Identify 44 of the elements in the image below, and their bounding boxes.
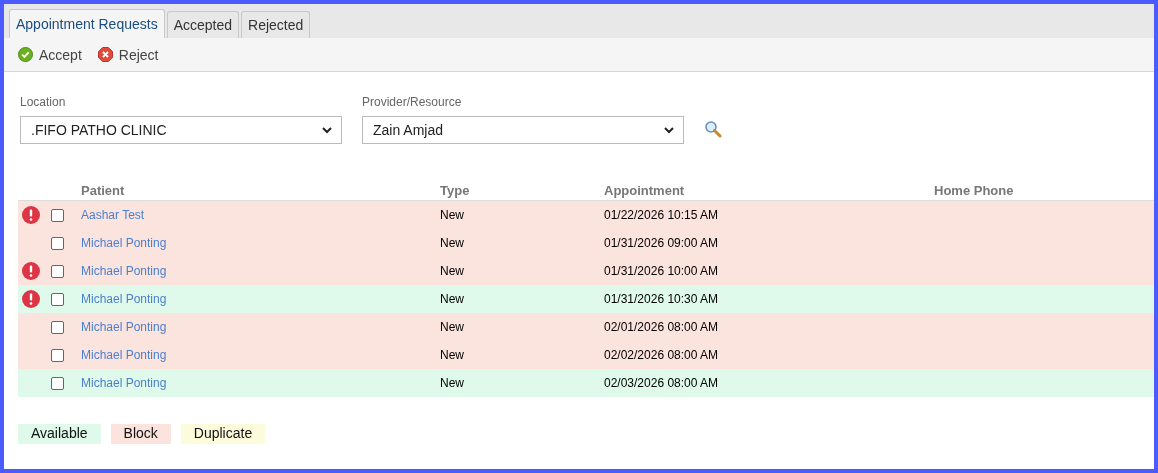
column-header: Patient (81, 182, 126, 198)
accept-button[interactable]: Accept (18, 46, 82, 63)
field-label: Location (20, 95, 67, 109)
patient-link[interactable]: Michael Ponting (81, 376, 167, 390)
dropdown[interactable]: .FIFO PATHO CLINIC (20, 116, 342, 144)
search-icon[interactable] (704, 120, 722, 138)
legend-item: Duplicate (180, 424, 266, 444)
caret-icon (663, 126, 675, 134)
checkbox[interactable] (51, 208, 64, 222)
table-cell-text: 01/22/2026 10:15 AM (604, 208, 720, 222)
table-cell-text: New (440, 264, 465, 278)
table-cell-text: New (440, 292, 465, 306)
checkbox[interactable] (51, 320, 64, 334)
legend-item: Block (110, 424, 171, 444)
table-cell-text: 01/31/2026 09:00 AM (604, 236, 720, 250)
column-header: Home Phone (934, 182, 1015, 198)
table-cell-text: New (440, 236, 465, 250)
checkbox[interactable] (51, 236, 64, 250)
table-cell-text: 02/01/2026 08:00 AM (604, 320, 720, 334)
table-cell-text: New (440, 208, 465, 222)
close-icon (97, 47, 113, 62)
dropdown[interactable]: Zain Amjad (362, 116, 684, 144)
checkbox[interactable] (51, 292, 64, 306)
table-cell-text: 01/31/2026 10:00 AM (604, 264, 720, 278)
patient-link[interactable]: Michael Ponting (81, 292, 167, 306)
table-cell-text: 02/02/2026 08:00 AM (604, 348, 720, 362)
checkbox[interactable] (51, 376, 64, 390)
table-cell-text: New (440, 376, 465, 390)
table-cell-text: 02/03/2026 08:00 AM (604, 376, 720, 390)
table-cell-text: New (440, 320, 465, 334)
reject-button[interactable]: Reject (97, 46, 159, 63)
tab[interactable]: Accepted (166, 11, 239, 38)
caret-icon (321, 126, 333, 134)
checkbox[interactable] (51, 264, 64, 278)
column-header: Appointment (604, 182, 686, 198)
legend-item: Available (18, 424, 101, 444)
table-cell-text: New (440, 348, 465, 362)
check-icon (18, 47, 33, 62)
tab[interactable]: Appointment Requests (9, 9, 165, 38)
checkbox[interactable] (51, 348, 64, 362)
field-label: Provider/Resource (362, 95, 463, 109)
tab[interactable]: Rejected (241, 11, 311, 38)
table-cell-text: 01/31/2026 10:30 AM (604, 292, 720, 306)
column-header: Type (440, 182, 471, 198)
